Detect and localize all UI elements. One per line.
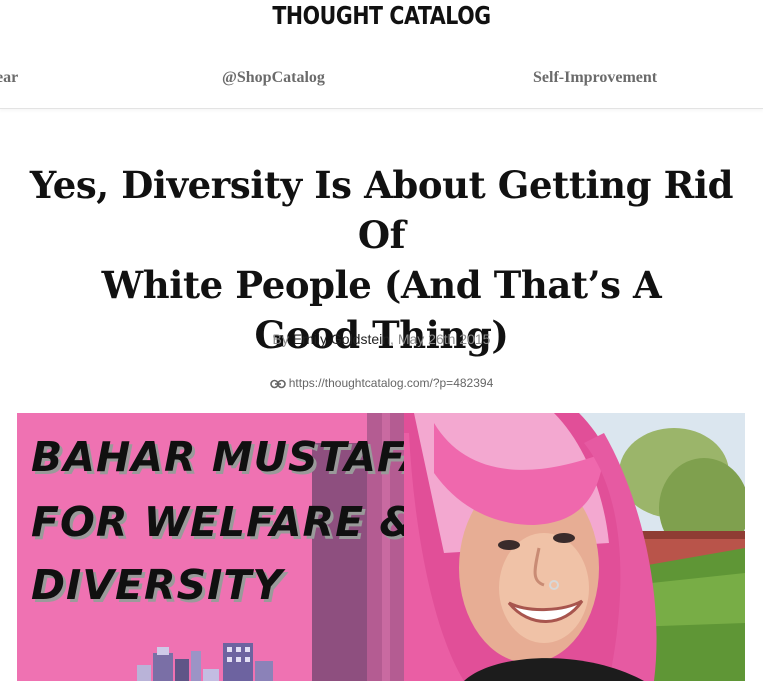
portrait-illustration (404, 413, 745, 681)
article-title-line-2: White People (And That’s A (101, 263, 662, 307)
byline: By Emily Goldstein, May 26th 2015 (0, 331, 763, 347)
site-header: THOUGHT CATALOG ear @ShopCatalog Self-Im… (0, 0, 763, 109)
skyline-graphic (137, 643, 273, 681)
byline-separator: , (390, 331, 398, 347)
featured-image: BAHAR MUSTAFA FOR WELFARE & DIVERSITY (17, 413, 745, 681)
publish-date: May 26th 2015 (397, 331, 491, 347)
byline-prefix: By (272, 331, 293, 347)
article-title-line-1: Yes, Diversity Is About Getting Rid Of (29, 163, 734, 257)
banner-panel: BAHAR MUSTAFA FOR WELFARE & DIVERSITY (17, 413, 432, 681)
banner-text-line-2: FOR WELFARE & (31, 498, 417, 546)
nav-item-shopcatalog[interactable]: @ShopCatalog (222, 69, 325, 87)
article-title: Yes, Diversity Is About Getting Rid Of W… (10, 160, 753, 360)
permalink[interactable]: https://thoughtcatalog.com/?p=482394 (0, 376, 763, 390)
permalink-url[interactable]: https://thoughtcatalog.com/?p=482394 (289, 376, 494, 390)
banner-text-line-1: BAHAR MUSTAFA (31, 433, 434, 481)
portrait-photo (404, 413, 745, 681)
author-link[interactable]: Emily Goldstein (293, 331, 390, 347)
nav-item-partial[interactable]: ear (0, 69, 18, 87)
site-logo[interactable]: THOUGHT CATALOG (69, 0, 695, 32)
link-icon (269, 379, 286, 389)
banner-text-line-3: DIVERSITY (31, 561, 284, 609)
nav-item-self-improvement[interactable]: Self-Improvement (533, 69, 657, 87)
